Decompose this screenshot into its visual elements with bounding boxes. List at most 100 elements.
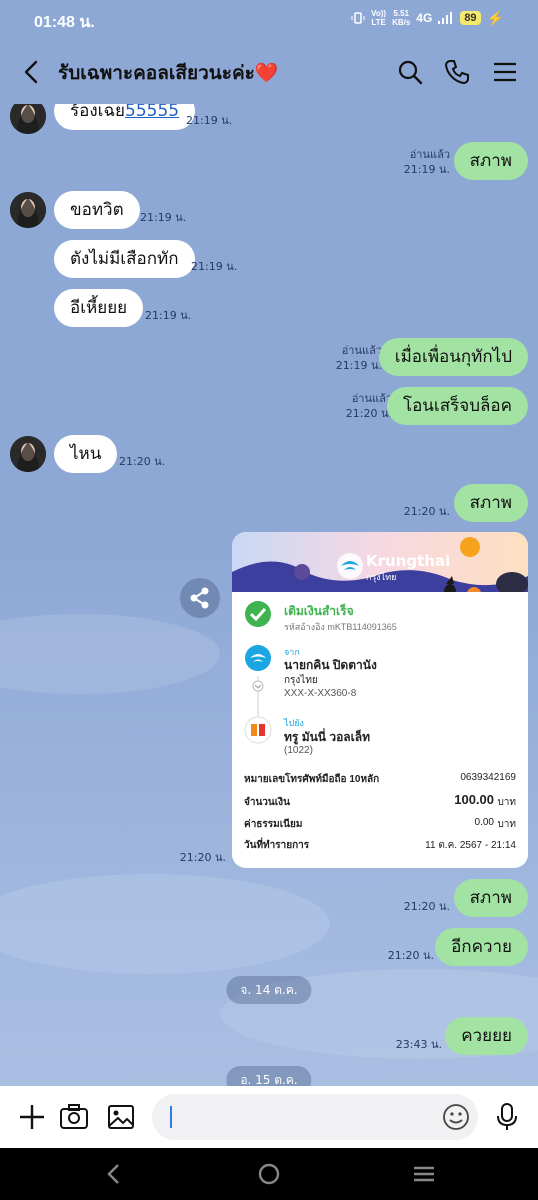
- message-text: โอนเสร็จบล็อค: [402, 396, 512, 416]
- vibrate-icon: [351, 12, 365, 24]
- date-label: วันที่ทำรายการ: [244, 840, 310, 851]
- bank-name: Krungthai: [366, 552, 451, 570]
- transfer-arrow-icon: [252, 676, 264, 716]
- speed-unit: KB/s: [392, 18, 411, 27]
- message-text: สภาพ: [469, 888, 512, 908]
- success-check-icon: [245, 601, 271, 627]
- amount-value: 100.00: [454, 792, 494, 807]
- message-text: เมื่อเพื่อนกุทักไป: [394, 347, 512, 367]
- nav-recents-icon[interactable]: [410, 1160, 438, 1188]
- to-code: (1022): [284, 745, 313, 756]
- status-time: 01:48 น.: [34, 14, 95, 31]
- message-bubble[interactable]: อีเหี้ยยย: [54, 289, 144, 327]
- message-time: 21:20 น.: [403, 505, 450, 518]
- phone-value: 0639342169: [460, 772, 516, 783]
- message-text: สภาพ: [469, 493, 512, 513]
- from-bank: กรุงไทย: [284, 675, 318, 686]
- date-value: 11 ต.ค. 2567 - 21:14: [425, 840, 516, 851]
- krungthai-logo: [336, 552, 364, 584]
- emoji-icon[interactable]: [441, 1102, 471, 1132]
- message-input-bar: [0, 1086, 538, 1148]
- gallery-icon[interactable]: [106, 1102, 136, 1132]
- message-input[interactable]: [152, 1094, 478, 1140]
- message-bubble[interactable]: ควยยย: [445, 1017, 528, 1055]
- receipt-status: เติมเงินสำเร็จ: [284, 604, 354, 618]
- message-bubble[interactable]: สภาพ: [453, 484, 528, 522]
- amount-unit: บาท: [497, 797, 516, 808]
- search-icon[interactable]: [396, 58, 424, 86]
- chat-title: รับเฉพาะคอลเสียวนะค่ะ❤️: [58, 62, 279, 84]
- microphone-icon[interactable]: [492, 1102, 522, 1132]
- system-navigation-bar: [0, 1148, 538, 1200]
- message-time: 21:20 น.: [345, 407, 392, 420]
- share-icon: [190, 587, 209, 609]
- phone-label: หมายเลขโทรศัพท์มือถือ 10หลัก: [244, 774, 380, 785]
- message-text: ร้องเฉย: [70, 104, 125, 121]
- message-text: ตังไม่มีเสือกทัก: [70, 249, 179, 269]
- charging-icon: ⚡: [486, 9, 504, 26]
- avatar[interactable]: [10, 436, 46, 472]
- message-bubble[interactable]: เมื่อเพื่อนกุทักไป: [378, 338, 528, 376]
- message-text: สภาพ: [469, 151, 512, 171]
- message-time: 21:19 น.: [191, 260, 238, 273]
- phone-icon[interactable]: [443, 58, 471, 86]
- message-time: 21:20 น.: [119, 455, 166, 468]
- avatar[interactable]: [10, 192, 46, 228]
- message-time: 21:19 น.: [145, 309, 192, 322]
- volte-top: Vo)): [371, 9, 387, 18]
- date-separator: จ. 14 ต.ค.: [226, 976, 312, 1004]
- message-text: ไหน: [70, 444, 102, 464]
- message-text: ควยยย: [461, 1026, 512, 1046]
- message-bubble[interactable]: โอนเสร็จบล็อค: [386, 387, 528, 425]
- text-cursor: [170, 1106, 172, 1128]
- message-bubble[interactable]: ไหน: [54, 435, 118, 473]
- camera-icon[interactable]: [59, 1102, 89, 1132]
- from-account: XXX-X-XX360-8: [284, 688, 357, 699]
- menu-icon[interactable]: [491, 58, 519, 86]
- fee-unit: บาท: [497, 819, 516, 830]
- krungthai-bird-icon: [337, 553, 363, 579]
- fee-value: 0.00: [474, 817, 494, 828]
- message-bubble[interactable]: สภาพ: [453, 879, 528, 917]
- plus-icon[interactable]: [17, 1102, 47, 1132]
- message-bubble[interactable]: ร้องเฉย55555: [54, 104, 196, 130]
- status-icons: Vo)) LTE 5.51 KB/s 4G 89 ⚡: [351, 9, 504, 27]
- amount-label: จำนวนเงิน: [244, 797, 290, 808]
- message-time: 21:19 น.: [186, 114, 233, 127]
- message-time: 21:20 น.: [179, 851, 226, 864]
- receipt-ref: รหัสอ้างอิง mKTB114091365: [284, 622, 397, 632]
- volte-indicator: Vo)) LTE: [371, 9, 386, 27]
- avatar[interactable]: [10, 104, 46, 134]
- network-type: 4G: [416, 11, 433, 25]
- message-bubble[interactable]: ตังไม่มีเสือกทัก: [54, 240, 195, 278]
- message-bubble[interactable]: อีกควาย: [435, 928, 528, 966]
- message-link[interactable]: 55555: [125, 104, 179, 121]
- message-time: 21:20 น.: [387, 949, 434, 962]
- message-text: ขอทวิต: [70, 200, 124, 220]
- speed-indicator: 5.51 KB/s: [392, 9, 410, 27]
- status-bar: 01:48 น. Vo)) LTE 5.51 KB/s 4G 89 ⚡: [0, 0, 538, 40]
- transfer-receipt-image[interactable]: Krungthai กรุงไทย เติมเงินสำเร็จ รหัสอ้า…: [232, 532, 528, 868]
- chat-header: รับเฉพาะคอลเสียวนะค่ะ❤️: [0, 40, 538, 104]
- message-time: 23:43 น.: [395, 1038, 442, 1051]
- nav-back-icon[interactable]: [100, 1160, 128, 1188]
- back-arrow-icon[interactable]: [18, 58, 46, 86]
- share-button[interactable]: [180, 578, 220, 618]
- read-receipt: อ่านแล้ว: [409, 148, 450, 161]
- nav-home-icon[interactable]: [255, 1160, 283, 1188]
- fee-label: ค่าธรรมเนียม: [244, 819, 303, 830]
- bank-name-th: กรุงไทย: [366, 573, 397, 583]
- read-receipt: อ่านแล้ว: [351, 392, 392, 405]
- message-bubble[interactable]: สภาพ: [453, 142, 528, 180]
- battery-level: 89: [460, 11, 481, 25]
- message-text: อีกควาย: [451, 937, 512, 957]
- message-bubble[interactable]: ขอทวิต: [54, 191, 140, 229]
- volte-bottom: LTE: [371, 18, 386, 27]
- read-receipt: อ่านแล้ว: [341, 344, 382, 357]
- signal-icon: [438, 12, 453, 24]
- truemoney-wallet-icon: [244, 716, 272, 744]
- message-time: 21:19 น.: [403, 163, 450, 176]
- message-time: 21:19 น.: [335, 359, 382, 372]
- chat-area[interactable]: ร้องเฉย55555 21:19 น. อ่านแล้ว 21:19 น. …: [0, 104, 538, 1086]
- krungthai-bird-icon: [245, 645, 271, 671]
